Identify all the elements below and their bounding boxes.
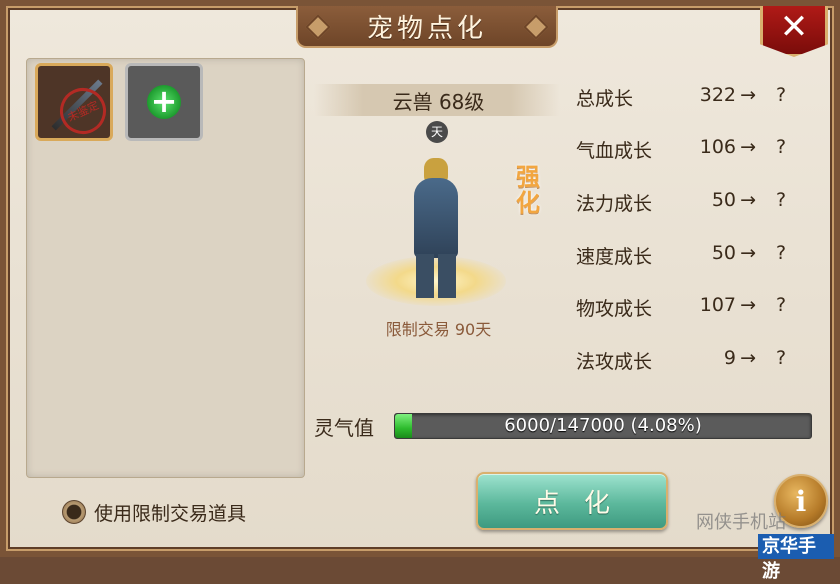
stat-new-value: ? <box>776 189 787 211</box>
close-button[interactable]: ✕ <box>760 6 828 57</box>
refine-button[interactable]: 点化 <box>476 472 668 530</box>
stat-new-value: ? <box>776 136 787 158</box>
spirit-label: 灵气值 <box>314 416 374 440</box>
stat-label: 速度成长 <box>576 246 653 268</box>
close-icon: ✕ <box>779 7 809 47</box>
pet-display: 云兽 68级 天 强化 限制交易 90天 <box>306 76 571 356</box>
add-item-slot[interactable]: + <box>125 63 203 141</box>
pet-legs <box>416 254 456 298</box>
arrow-right-icon: → <box>740 189 756 211</box>
item-slot-staff[interactable]: 未鉴定 <box>35 63 114 142</box>
pet-rank-badge: 天 <box>426 121 448 143</box>
use-limited-items-toggle[interactable]: 使用限制交易道具 <box>62 498 246 526</box>
arrow-right-icon: → <box>740 136 756 158</box>
stat-value: 50 <box>711 242 736 264</box>
stat-value: 107 <box>699 294 736 316</box>
stat-row-magic-attack: 法攻成长 9 → ? <box>576 339 816 379</box>
stat-row-physical-attack: 物攻成长 107 → ? <box>576 286 816 326</box>
stat-label: 法攻成长 <box>576 351 653 373</box>
stat-new-value: ? <box>776 294 787 316</box>
stat-new-value: ? <box>776 84 787 106</box>
pet-refine-window: 宠物点化 ✕ 未鉴定 + 云兽 68级 天 强化 限制交易 90天 总成长 32… <box>0 0 840 582</box>
spirit-progress-bar: 6000/147000 (4.08%) <box>394 413 812 439</box>
watermark-text: 网侠手机站 <box>696 512 786 533</box>
arrow-right-icon: → <box>740 347 756 369</box>
arrow-right-icon: → <box>740 84 756 106</box>
pet-name-level: 云兽 68级 <box>392 90 485 114</box>
stat-row-speed: 速度成长 50 → ? <box>576 234 816 274</box>
arrow-right-icon: → <box>740 294 756 316</box>
enhance-tag: 强化 <box>516 163 540 217</box>
use-limited-items-label: 使用限制交易道具 <box>94 502 247 525</box>
stat-row-mana: 法力成长 50 → ? <box>576 181 816 221</box>
stat-value: 9 <box>723 347 736 369</box>
watermark-badge: 京华手游 <box>758 534 834 582</box>
stat-value: 50 <box>711 189 736 211</box>
spirit-progress-text: 6000/147000 (4.08%) <box>504 415 702 436</box>
refine-button-label: 点化 <box>533 488 634 519</box>
stat-row-hp: 气血成长 106 → ? <box>576 128 816 168</box>
pet-body <box>414 178 458 258</box>
arrow-right-icon: → <box>740 242 756 264</box>
stat-value: 106 <box>699 136 736 158</box>
radio-button[interactable] <box>62 500 86 524</box>
plus-icon: + <box>147 85 181 119</box>
unidentified-seal: 未鉴定 <box>52 80 114 142</box>
stat-label: 总成长 <box>576 88 634 110</box>
window-title: 宠物点化 <box>366 13 487 44</box>
stat-row-total: 总成长 322 → ? <box>576 76 816 116</box>
stat-label: 物攻成长 <box>576 298 653 320</box>
stat-label: 法力成长 <box>576 193 653 215</box>
stat-new-value: ? <box>776 347 787 369</box>
stat-new-value: ? <box>776 242 787 264</box>
pet-model[interactable] <box>406 158 466 298</box>
trade-limit-text: 限制交易 90天 <box>385 320 492 339</box>
stat-value: 322 <box>699 84 736 106</box>
title-tab: 宠物点化 <box>296 6 558 48</box>
stat-label: 气血成长 <box>576 140 653 162</box>
